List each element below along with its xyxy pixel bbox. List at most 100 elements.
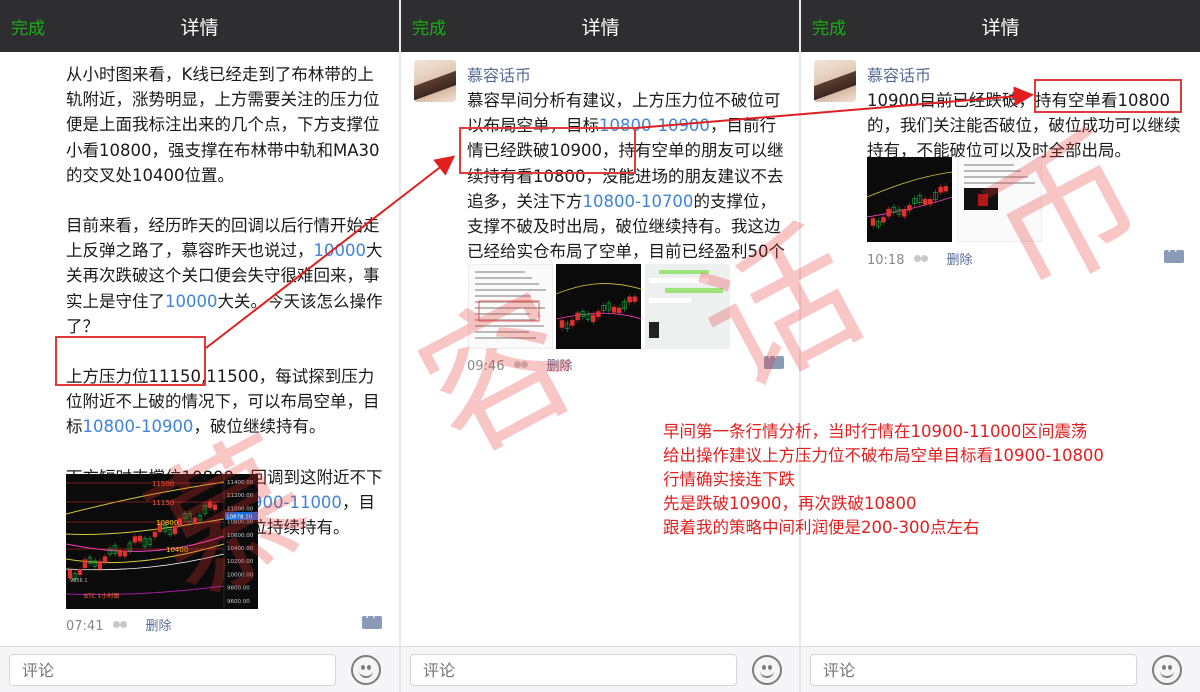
text-line — [475, 295, 531, 297]
page-title: 详情 — [581, 17, 620, 39]
post-text: 慕容早间分析有建议，上方压力位不破位可以布局空单，目标10800-10900，目… — [467, 91, 785, 286]
chart-thumbnail[interactable] — [867, 157, 952, 242]
author-name[interactable]: 慕容话币 — [467, 62, 531, 86]
candle-body — [596, 311, 601, 317]
btc-chart-thumbnail[interactable]: 11500 11150 10800 10400 11400.00 11200.00… — [66, 474, 258, 609]
nav-bar: 完成 详情 — [0, 0, 399, 52]
candle-body — [117, 549, 123, 557]
candle-body — [172, 525, 178, 535]
candle-body — [212, 504, 218, 510]
nav-bar: 完成 详情 — [801, 0, 1200, 52]
comment-input[interactable] — [9, 654, 336, 686]
candle-body — [137, 535, 143, 542]
text-line — [475, 283, 539, 285]
candle-body — [870, 218, 876, 226]
candle-body — [82, 559, 88, 568]
post-time: 09:46 — [467, 359, 505, 374]
comment-menu-icon[interactable] — [1164, 244, 1184, 263]
comment-menu-icon[interactable] — [764, 350, 784, 369]
annotation-line: 先是跌破10900，再次跌破10800 — [663, 494, 917, 513]
chat-screenshot-thumbnail[interactable] — [645, 264, 730, 349]
candle-body — [102, 556, 108, 563]
candle-body — [927, 199, 933, 205]
paragraph: 目前来看，经历昨天的回调以后行情开始走上反弹之路了，慕容昨天也说过，10000大… — [66, 216, 383, 336]
text-line — [475, 307, 545, 309]
nav-bar: 完成 详情 — [401, 0, 800, 52]
candle-body — [907, 205, 912, 211]
chart-thumbnail[interactable] — [556, 264, 641, 349]
emoji-icon[interactable] — [351, 655, 381, 685]
post-meta: 10:18 删除 — [867, 249, 972, 268]
candle-body — [122, 550, 128, 557]
text-line — [475, 271, 525, 273]
text-line — [475, 277, 532, 279]
low-label: 9856.1 — [70, 578, 88, 584]
article-preview — [964, 164, 1035, 210]
delete-link[interactable]: 删除 — [946, 253, 972, 268]
price-tick-label: 9600.00 — [227, 599, 250, 605]
emoji-icon[interactable] — [1152, 655, 1182, 685]
candle-body — [207, 501, 213, 509]
annotation-text: 早间第一条行情分析，当时行情在10900-11000区间震荡 给出操作建议上方压… — [663, 420, 1104, 540]
text-line — [964, 176, 1028, 178]
delete-link[interactable]: 删除 — [145, 619, 171, 634]
article-thumbnail[interactable] — [468, 264, 553, 349]
annotation-line: 早间第一条行情分析，当时行情在10900-11000区间震荡 — [663, 422, 1088, 441]
annotation-line: 行情确实接连下跌 — [663, 470, 795, 489]
comment-menu-icon[interactable] — [362, 610, 382, 629]
price-tick-label: 10600.00 — [227, 533, 254, 539]
candle-body — [616, 307, 622, 313]
candle-body — [886, 208, 891, 217]
candle-body — [938, 186, 943, 193]
candle-body — [632, 296, 638, 302]
text-line — [964, 164, 1014, 166]
candle-body — [570, 320, 575, 326]
price-tick-label: 10400.00 — [227, 546, 254, 552]
annotation-line: 跟着我的策略中间利润便是200-300点左右 — [663, 518, 980, 537]
text-line — [475, 337, 536, 339]
mini-chart — [867, 171, 952, 230]
candle-body — [575, 312, 580, 321]
page-title: 详情 — [981, 17, 1020, 39]
price-tick-label: 10800.00 — [227, 520, 254, 526]
visibility-icon — [113, 621, 129, 632]
post-meta: 09:46 删除 — [467, 355, 572, 374]
avatar[interactable] — [414, 60, 456, 102]
candle-body — [627, 296, 632, 303]
comment-bar — [801, 646, 1200, 692]
author-name[interactable]: 慕容话币 — [867, 62, 931, 86]
article-thumbnail[interactable] — [957, 157, 1042, 242]
text-line — [964, 182, 1035, 184]
page-title: 详情 — [180, 17, 219, 39]
text-line — [475, 313, 530, 315]
emoji-icon[interactable] — [752, 655, 782, 685]
candle-body — [559, 320, 565, 328]
candle-body — [881, 216, 886, 223]
text-line — [475, 325, 544, 327]
price-tick-label: 10200.00 — [227, 559, 254, 565]
highlight-box — [55, 336, 206, 386]
btc-chart: 11500 11150 10800 10400 11400.00 11200.00… — [66, 474, 258, 609]
highlight-box — [1034, 79, 1182, 113]
price-tick-label: 11200.00 — [227, 493, 254, 499]
candle-body — [67, 569, 73, 579]
post-meta: 07:41 删除 — [66, 615, 171, 634]
level-label: 11500 — [152, 480, 174, 488]
current-price-label: 10878.10 — [226, 515, 253, 521]
post-time: 07:41 — [66, 619, 104, 634]
annotation-line: 给出操作建议上方压力位不破布局空单目标看10900-10800 — [663, 446, 1104, 465]
candle-body — [132, 536, 138, 543]
delete-link[interactable]: 删除 — [546, 359, 572, 374]
text-line — [475, 289, 546, 291]
level-label: 11150 — [152, 499, 174, 507]
comment-bar — [0, 646, 399, 692]
candle-body — [590, 314, 596, 323]
avatar[interactable] — [814, 60, 856, 102]
level-label: 10800 — [156, 519, 178, 527]
comment-input[interactable] — [810, 654, 1137, 686]
comment-input[interactable] — [410, 654, 737, 686]
chart-caption: BTC 1小时图 — [84, 592, 119, 600]
highlight-box — [459, 127, 636, 174]
level-label: 10400 — [166, 546, 188, 554]
price-tick-label: 11000.00 — [227, 506, 254, 512]
